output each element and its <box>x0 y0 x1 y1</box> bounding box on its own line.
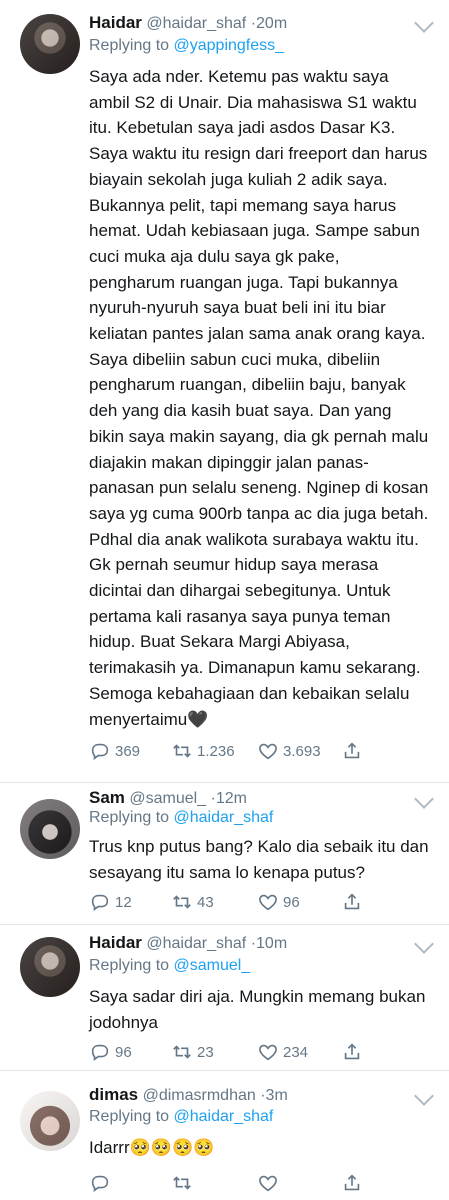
username[interactable]: @dimasrmdhan <box>143 1087 256 1104</box>
share-button[interactable] <box>341 739 363 763</box>
reply-button[interactable]: 369 <box>89 739 140 763</box>
replying-mention[interactable]: @haidar_shaf <box>174 1108 274 1125</box>
username[interactable]: @samuel_ <box>129 790 206 807</box>
avatar[interactable] <box>20 799 80 859</box>
tweet-haidar-long[interactable]: Haidar @haidar_shaf ·20m Replying to @ya… <box>0 10 449 780</box>
like-button[interactable]: 234 <box>257 1040 308 1064</box>
reply-button[interactable]: 12 <box>89 890 132 914</box>
replying-to: Replying to @haidar_shaf <box>89 809 273 827</box>
tweet-text: Trus knp putus bang? Kalo dia sebaik itu… <box>89 837 434 882</box>
heart-icon <box>259 1044 277 1061</box>
display-name[interactable]: Haidar <box>89 13 142 32</box>
share-button[interactable] <box>341 890 363 914</box>
share-icon <box>344 1174 360 1191</box>
avatar[interactable] <box>20 937 80 997</box>
retweet-count: 1.236 <box>197 742 235 760</box>
heart-icon <box>259 1175 277 1192</box>
username[interactable]: @haidar_shaf <box>146 15 246 32</box>
divider <box>0 924 449 925</box>
retweet-button[interactable]: 43 <box>171 890 214 914</box>
retweet-icon <box>173 895 191 909</box>
tweet-actions: 12 43 96 <box>89 890 369 914</box>
replying-to: Replying to @haidar_shaf <box>89 1108 273 1126</box>
reply-icon <box>91 894 109 911</box>
share-icon <box>344 742 360 759</box>
username[interactable]: @haidar_shaf <box>146 935 246 952</box>
share-button[interactable] <box>341 1171 363 1195</box>
avatar[interactable] <box>20 14 80 74</box>
reply-icon <box>91 1044 109 1061</box>
avatar[interactable] <box>20 1091 80 1151</box>
replying-to: Replying to @yappingfess_ <box>89 37 284 55</box>
tweet-header: Haidar @haidar_shaf ·10m <box>89 933 433 957</box>
tweet-header: dimas @dimasrmdhan ·3m <box>89 1085 433 1109</box>
retweet-button[interactable]: 1.236 <box>171 739 235 763</box>
divider <box>0 782 449 783</box>
retweet-count: 23 <box>197 1043 214 1061</box>
like-count: 234 <box>283 1043 309 1061</box>
heart-icon <box>259 743 277 760</box>
tweet-actions: 96 23 234 <box>89 1040 369 1064</box>
replying-mention[interactable]: @samuel_ <box>174 957 251 974</box>
tweet-haidar-reply[interactable]: Haidar @haidar_shaf ·10m Replying to @sa… <box>0 933 449 1061</box>
like-button[interactable]: 3.693 <box>257 739 321 763</box>
heart-icon <box>259 894 277 911</box>
replying-to: Replying to @samuel_ <box>89 957 250 975</box>
display-name[interactable]: Sam <box>89 788 125 807</box>
tweet-text: Saya ada nder. Ketemu pas waktu saya amb… <box>89 67 434 729</box>
share-icon <box>344 1043 360 1060</box>
tweet-actions: 369 1.236 3.693 <box>89 739 369 763</box>
reply-count: 96 <box>115 1043 132 1061</box>
like-count: 3.693 <box>283 742 321 760</box>
reply-icon <box>91 1175 109 1192</box>
tweet-header: Haidar @haidar_shaf ·20m <box>89 13 433 37</box>
reply-count: 369 <box>115 742 141 760</box>
reply-icon <box>91 743 109 760</box>
reply-count: 12 <box>115 893 132 911</box>
retweet-icon <box>173 1045 191 1059</box>
retweet-count: 43 <box>197 893 214 911</box>
tweet-dimas[interactable]: dimas @dimasrmdhan ·3m Replying to @haid… <box>0 1085 449 1197</box>
retweet-icon <box>173 744 191 758</box>
like-count: 96 <box>283 893 300 911</box>
tweet-actions <box>89 1171 369 1195</box>
timestamp[interactable]: 20m <box>256 15 287 32</box>
reply-button[interactable] <box>89 1171 115 1195</box>
display-name[interactable]: dimas <box>89 1085 138 1104</box>
replying-mention[interactable]: @yappingfess_ <box>174 37 285 54</box>
reply-thread: Haidar @haidar_shaf ·20m Replying to @ya… <box>0 0 449 1200</box>
replying-label: Replying to <box>89 957 170 974</box>
display-name[interactable]: Haidar <box>89 933 142 952</box>
like-button[interactable]: 96 <box>257 890 300 914</box>
retweet-button[interactable]: 23 <box>171 1040 214 1064</box>
divider <box>0 1070 449 1071</box>
retweet-icon <box>173 1176 191 1190</box>
tweet-sam[interactable]: Sam @samuel_ ·12m Replying to @haidar_sh… <box>0 788 449 918</box>
share-button[interactable] <box>341 1040 363 1064</box>
timestamp[interactable]: 12m <box>216 790 247 807</box>
share-icon <box>344 893 360 910</box>
like-button[interactable] <box>257 1171 283 1195</box>
replying-label: Replying to <box>89 1108 170 1125</box>
timestamp[interactable]: 3m <box>266 1087 288 1104</box>
replying-label: Replying to <box>89 37 170 54</box>
replying-label: Replying to <box>89 809 170 826</box>
retweet-button[interactable] <box>171 1171 197 1195</box>
tweet-text: Saya sadar diri aja. Mungkin memang buka… <box>89 987 431 1032</box>
tweet-text: Idarrr🥺🥺🥺🥺 <box>89 1138 215 1157</box>
reply-button[interactable]: 96 <box>89 1040 132 1064</box>
timestamp[interactable]: 10m <box>256 935 287 952</box>
replying-mention[interactable]: @haidar_shaf <box>174 809 274 826</box>
